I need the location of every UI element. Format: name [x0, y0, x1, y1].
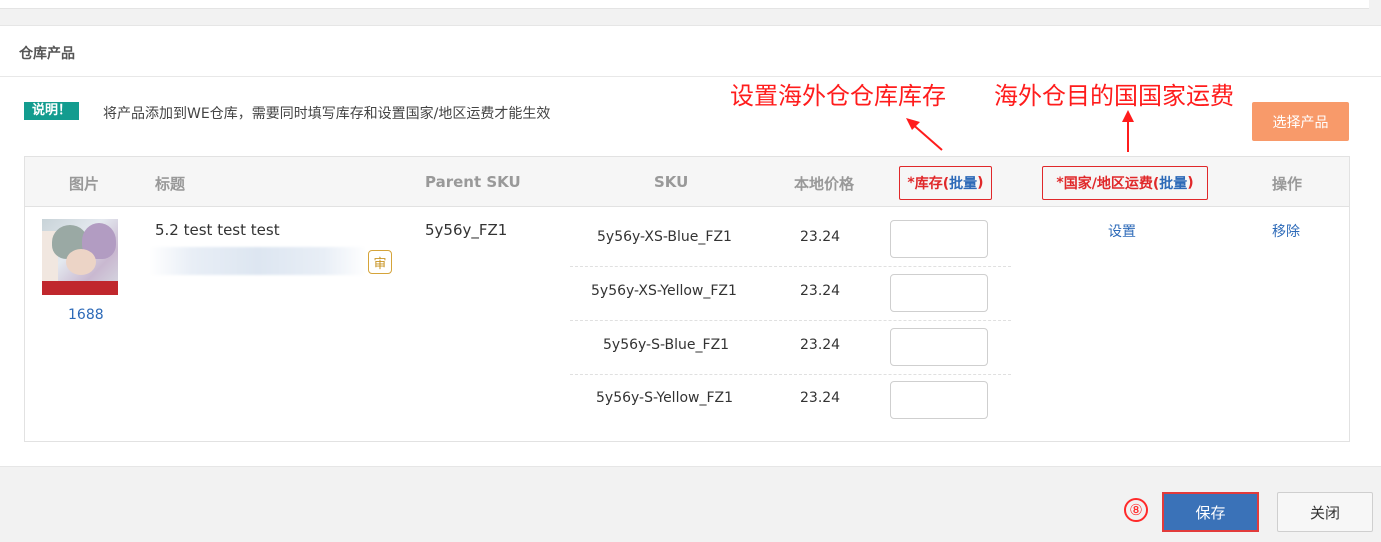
variant-sku: 5y56y-S-Yellow_FZ1	[596, 390, 734, 406]
variant-price: 23.24	[800, 229, 841, 245]
header-actions: 操作	[1272, 175, 1303, 193]
close-button[interactable]: 关闭	[1277, 492, 1373, 532]
shipping-arrow-icon	[1122, 110, 1134, 152]
variant-sku: 5y56y-S-Blue_FZ1	[603, 337, 730, 353]
step-number-badge: ⑧	[1124, 498, 1148, 522]
table-header: 图片 标题 Parent SKU SKU 本地价格 * 库存(批量) * 国家/地区…	[25, 157, 1349, 207]
product-image[interactable]	[42, 219, 118, 295]
shipping-label: 国家/地区运费(	[1063, 176, 1160, 192]
header-price: 本地价格	[794, 175, 855, 193]
row-divider	[570, 320, 1011, 321]
shipping-annotation: 海外仓目的国国家运费	[994, 82, 1234, 110]
variant-price: 23.24	[800, 283, 841, 299]
stock-label: 库存(	[914, 176, 950, 192]
stock-batch-link[interactable]: 批量	[949, 173, 977, 193]
blurred-title-text	[149, 247, 367, 275]
header-title: 标题	[155, 175, 186, 193]
save-button[interactable]: 保存	[1162, 492, 1259, 532]
variant-price: 23.24	[800, 390, 841, 406]
shipping-close-paren: )	[1187, 175, 1194, 191]
row-divider	[570, 374, 1011, 375]
stock-input[interactable]	[890, 328, 988, 366]
header-stock: * 库存(批量)	[899, 166, 992, 200]
product-source-link[interactable]: 1688	[68, 307, 104, 323]
shipping-set-link[interactable]: 设置	[1108, 221, 1136, 241]
stock-input[interactable]	[890, 381, 988, 419]
variant-sku: 5y56y-XS-Blue_FZ1	[597, 229, 732, 245]
header-shipping: * 国家/地区运费(批量)	[1042, 166, 1208, 200]
variant-sku: 5y56y-XS-Yellow_FZ1	[591, 283, 737, 299]
panel-header	[0, 26, 1381, 77]
header-parent-sku: Parent SKU	[425, 173, 521, 191]
tip-text: 将产品添加到WE仓库，需要同时填写库存和设置国家/地区运费才能生效	[103, 106, 551, 122]
variant-price: 23.24	[800, 337, 841, 353]
remove-link[interactable]: 移除	[1272, 221, 1300, 241]
audit-badge: 审	[368, 250, 392, 274]
stock-close-paren: )	[977, 175, 984, 191]
panel-title: 仓库产品	[19, 46, 75, 62]
header-sku: SKU	[654, 173, 689, 191]
stock-input[interactable]	[890, 274, 988, 312]
product-title: 5.2 test test test	[155, 221, 280, 239]
select-products-button[interactable]: 选择产品	[1252, 102, 1349, 141]
shipping-batch-link[interactable]: 批量	[1159, 173, 1187, 193]
shipping-required-mark: *	[1056, 175, 1064, 191]
stock-arrow-icon	[906, 118, 943, 151]
stock-input[interactable]	[890, 220, 988, 258]
row-divider	[570, 266, 1011, 267]
stock-required-mark: *	[907, 175, 915, 191]
stock-annotation: 设置海外仓仓库库存	[730, 82, 946, 110]
products-table: 图片 标题 Parent SKU SKU 本地价格 * 库存(批量) * 国家/地区…	[24, 156, 1350, 442]
tip-badge: 说明！	[24, 102, 80, 120]
top-panel	[0, 0, 1369, 9]
parent-sku: 5y56y_FZ1	[425, 221, 508, 239]
header-image: 图片	[69, 175, 100, 193]
